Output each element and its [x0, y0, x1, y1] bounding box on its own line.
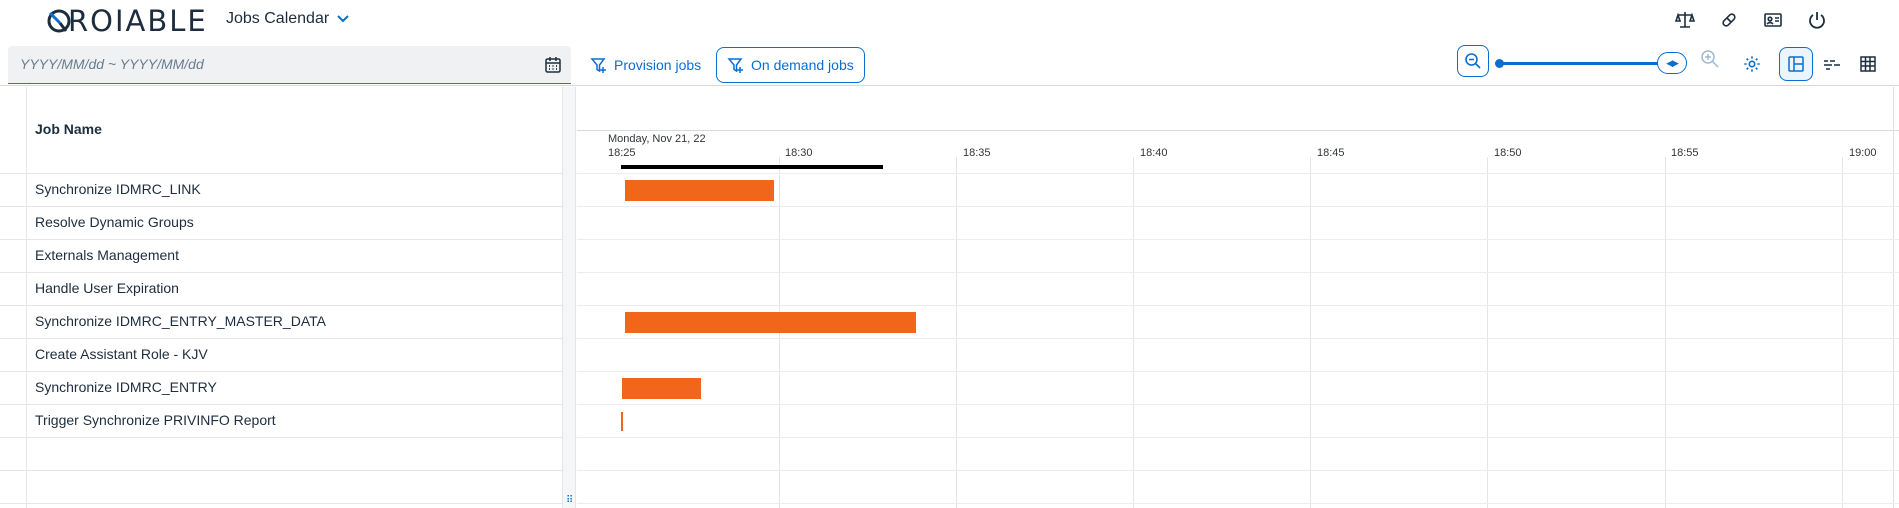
gantt-right-border: [1893, 87, 1894, 508]
time-tick-label: 18:40: [1140, 147, 1168, 159]
job-row[interactable]: Handle User Expiration: [35, 272, 179, 305]
table-view-button[interactable]: [1851, 47, 1885, 81]
time-tick-label: 18:55: [1671, 147, 1699, 159]
time-gridline: [1310, 157, 1311, 508]
job-row[interactable]: Synchronize IDMRC_ENTRY_MASTER_DATA: [35, 305, 326, 338]
calendar-icon[interactable]: [543, 55, 563, 75]
row-gridline: [577, 338, 1899, 339]
job-run-bar[interactable]: [625, 312, 916, 333]
row-gridline: [577, 173, 1899, 174]
view-mode-group: [1779, 47, 1885, 81]
job-run-bar[interactable]: [622, 378, 701, 399]
chevron-down-icon: [337, 12, 349, 26]
grid-icon: [1860, 56, 1876, 72]
row-gridline: [577, 437, 1899, 438]
settings-button[interactable]: [1740, 52, 1764, 76]
logo-text: ROIABLE: [68, 4, 208, 38]
toolbar: Provision jobs On demand jobs ◀▶: [0, 42, 1899, 86]
row-gridline: [577, 470, 1899, 471]
logo-mark-icon: [47, 9, 71, 33]
job-row[interactable]: Create Assistant Role - KJV: [35, 338, 208, 371]
zoom-out-icon: [1465, 53, 1481, 69]
on-demand-jobs-button[interactable]: On demand jobs: [716, 47, 865, 83]
job-row[interactable]: Resolve Dynamic Groups: [35, 206, 194, 239]
logo[interactable]: ROIABLE: [46, 4, 208, 38]
time-tick-label: 18:30: [785, 147, 813, 159]
power-icon[interactable]: [1805, 8, 1829, 32]
id-card-icon[interactable]: [1761, 8, 1785, 32]
gear-icon: [1744, 56, 1760, 72]
time-gridline: [1487, 157, 1488, 508]
drag-handle-icon[interactable]: ⠿: [566, 495, 573, 506]
row-gridline: [577, 206, 1899, 207]
timeline-icon: [1824, 60, 1840, 70]
zoom-in-icon[interactable]: [1699, 48, 1721, 70]
job-row[interactable]: Synchronize IDMRC_LINK: [35, 173, 201, 206]
job-name-column-header[interactable]: Job Name: [35, 121, 102, 137]
provision-jobs-label: Provision jobs: [614, 57, 702, 73]
filter-add-icon: [727, 58, 743, 73]
row-gridline: [577, 371, 1899, 372]
job-row[interactable]: Trigger Synchronize PRIVINFO Report: [35, 404, 276, 437]
pane-splitter[interactable]: ⠿: [562, 87, 576, 508]
provision-jobs-button[interactable]: Provision jobs: [580, 47, 712, 83]
time-tick-label: 18:25: [608, 147, 636, 159]
timeline-range-indicator: [621, 165, 883, 169]
app-switcher[interactable]: Jobs Calendar: [226, 10, 349, 28]
table-column-divider: [26, 87, 27, 508]
date-range-field[interactable]: [8, 46, 571, 84]
time-tick-label: 18:35: [963, 147, 991, 159]
job-run-bar[interactable]: [625, 180, 774, 201]
row-gridline: [577, 305, 1899, 306]
date-range-input[interactable]: [8, 46, 528, 82]
time-gridline: [1842, 157, 1843, 508]
zoom-out-button[interactable]: [1457, 45, 1489, 77]
gantt-view-button[interactable]: [1779, 47, 1813, 81]
timeline-date-label: Monday, Nov 21, 22: [608, 133, 706, 145]
zoom-slider[interactable]: ◀▶: [1495, 52, 1695, 74]
time-tick-label: 18:45: [1317, 147, 1345, 159]
row-divider: [0, 503, 562, 504]
row-gridline: [577, 503, 1899, 504]
app-title: Jobs Calendar: [226, 10, 330, 27]
on-demand-jobs-label: On demand jobs: [751, 57, 854, 73]
gantt-chart: Monday, Nov 21, 22 18:25 18:30 18:35 18:…: [577, 87, 1899, 508]
row-gridline: [577, 239, 1899, 240]
time-gridline: [956, 157, 957, 508]
row-gridline: [577, 272, 1899, 273]
scale-icon[interactable]: [1673, 8, 1697, 32]
time-gridline: [1133, 157, 1134, 508]
job-table: Job Name Synchronize IDMRC_LINK Resolve …: [0, 87, 562, 508]
slider-handle[interactable]: ◀▶: [1657, 52, 1687, 74]
layout-icon: [1788, 56, 1804, 72]
row-divider: [0, 437, 562, 438]
time-gridline: [1665, 157, 1666, 508]
pill-icon[interactable]: [1717, 8, 1741, 32]
app-header: ROIABLE Jobs Calendar: [0, 0, 1899, 42]
slider-track[interactable]: [1499, 62, 1659, 65]
time-tick-label: 19:00: [1849, 147, 1877, 159]
job-row[interactable]: Synchronize IDMRC_ENTRY: [35, 371, 217, 404]
row-divider: [0, 470, 562, 471]
gantt-header-divider: [577, 130, 1899, 131]
filter-add-icon: [590, 58, 606, 73]
row-gridline: [577, 404, 1899, 405]
timeline-view-button[interactable]: [1815, 47, 1849, 81]
time-tick-label: 18:50: [1494, 147, 1522, 159]
job-row[interactable]: Externals Management: [35, 239, 179, 272]
job-run-bar[interactable]: [621, 412, 623, 431]
